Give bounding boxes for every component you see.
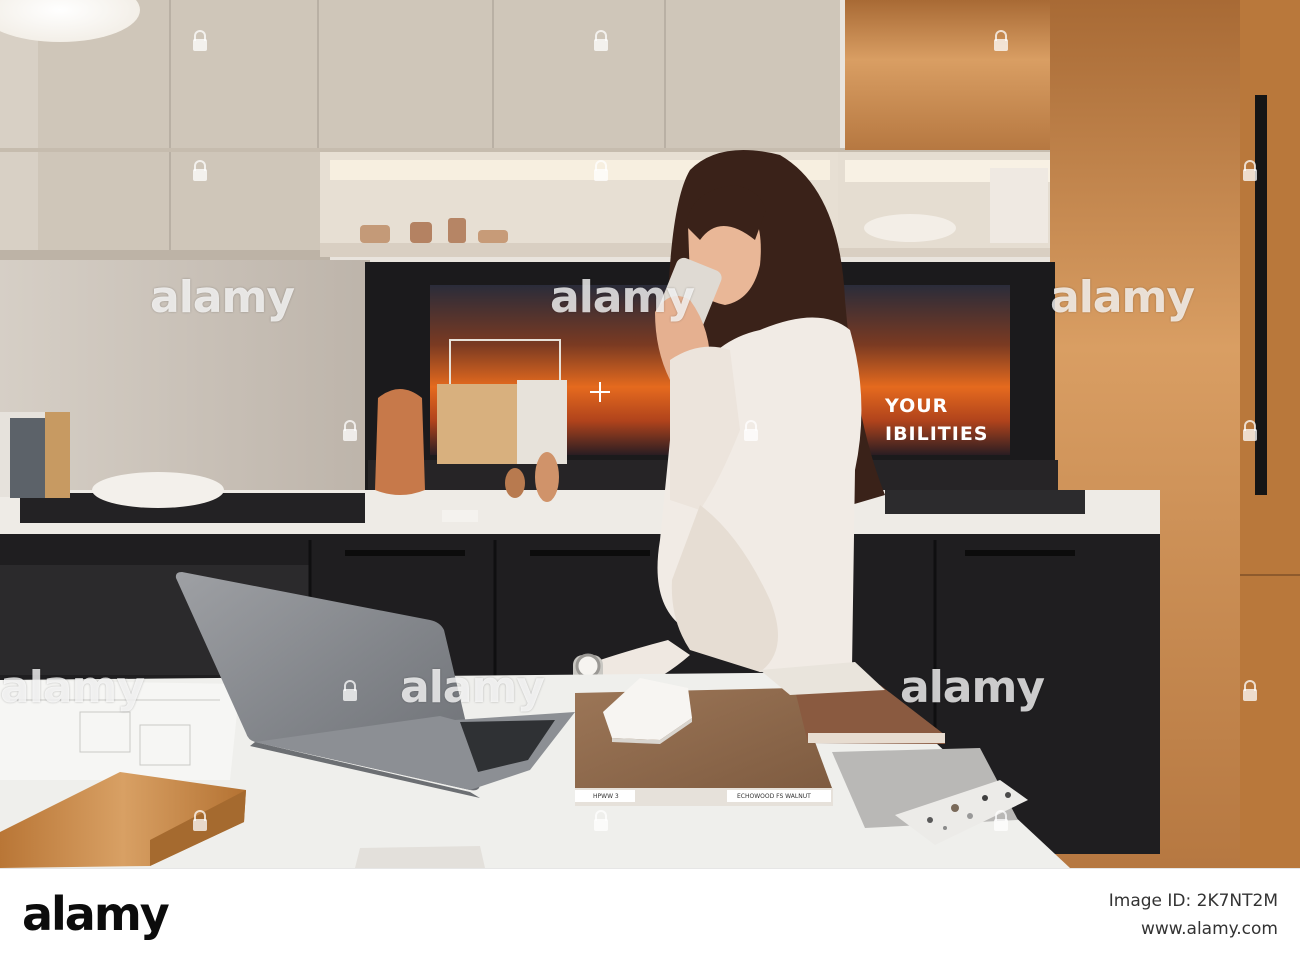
sample-label-right: ECHOWOOD FS WALNUT bbox=[737, 793, 811, 800]
watermark-text: alamy bbox=[900, 662, 1045, 713]
watermark-icon bbox=[343, 680, 357, 702]
footer-url: www.alamy.com bbox=[1140, 919, 1278, 939]
screen-text-line1: YOUR bbox=[885, 395, 949, 417]
watermark-text: alamy bbox=[1050, 272, 1195, 323]
sample-label-left: HPWW 3 bbox=[593, 793, 619, 800]
screen-text-line2: IBILITIES bbox=[885, 423, 989, 445]
watermark-icon bbox=[1243, 160, 1257, 182]
stock-photo: YOUR IBILITIES HPWW 3 ECHOWOOD FS WALNUT… bbox=[0, 0, 1300, 957]
alamy-logo: alamy bbox=[22, 887, 170, 941]
watermark-text: alamy bbox=[400, 662, 545, 713]
watermark-text: alamy bbox=[0, 662, 145, 713]
watermark-icon bbox=[594, 160, 608, 182]
kitchen-showroom-photo bbox=[0, 0, 1300, 868]
footer-bar: alamy Image ID: 2K7NT2M www.alamy.com bbox=[0, 868, 1300, 957]
watermark-icon bbox=[744, 420, 758, 442]
watermark-icon bbox=[594, 810, 608, 832]
watermark-icon bbox=[1243, 420, 1257, 442]
image-id: Image ID: 2K7NT2M bbox=[1108, 891, 1278, 911]
watermark-icon bbox=[193, 30, 207, 52]
watermark-text: alamy bbox=[150, 272, 295, 323]
watermark-icon bbox=[994, 810, 1008, 832]
watermark-icon bbox=[193, 810, 207, 832]
watermark-icon bbox=[193, 160, 207, 182]
watermark-icon bbox=[994, 30, 1008, 52]
watermark-text: alamy bbox=[550, 272, 695, 323]
watermark-icon bbox=[594, 30, 608, 52]
watermark-icon bbox=[1243, 680, 1257, 702]
watermark-icon bbox=[343, 420, 357, 442]
